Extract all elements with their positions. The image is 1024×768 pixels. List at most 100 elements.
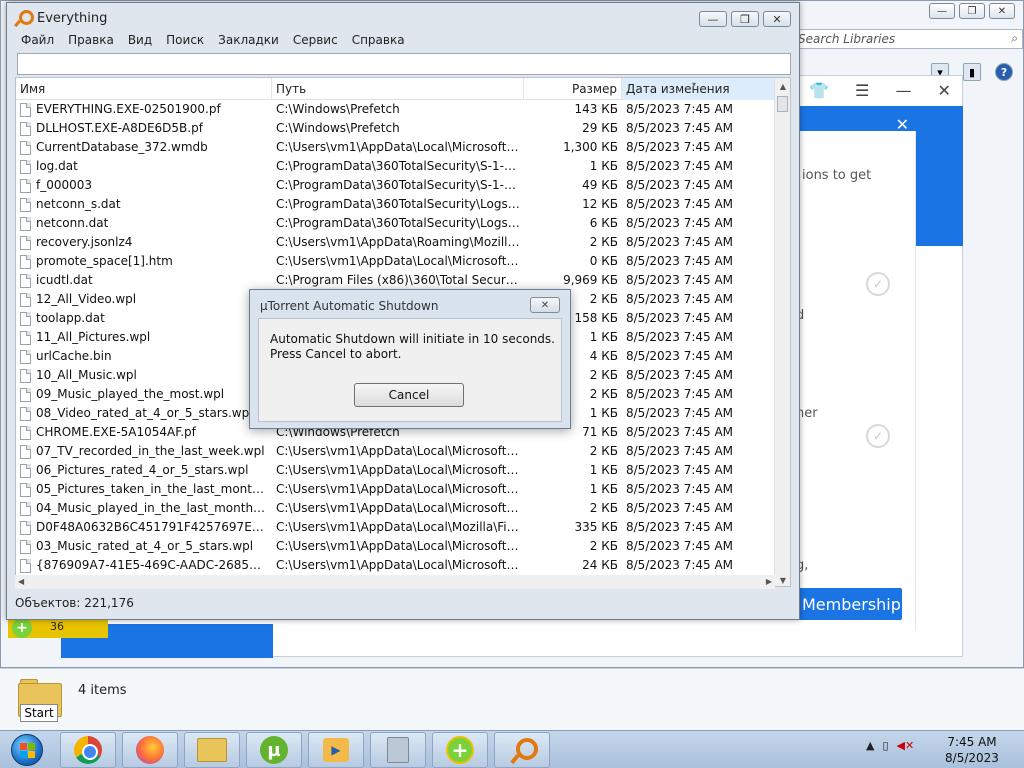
- table-row[interactable]: DLLHOST.EXE-A8DE6D5B.pf C:\Windows\Prefet…: [16, 119, 776, 138]
- menu-icon[interactable]: ☰: [855, 81, 869, 100]
- row-path: C:\Users\vm1\AppData\Local\Mozilla\Firef…: [276, 520, 524, 534]
- explorer-maximize-button[interactable]: ❐: [959, 3, 985, 19]
- table-row[interactable]: netconn_s.dat C:\ProgramData\360TotalSecu…: [16, 195, 776, 214]
- row-size: 9,969 КБ: [563, 273, 618, 287]
- scroll-left-icon[interactable]: ◀: [18, 577, 24, 586]
- file-icon: [20, 254, 31, 269]
- help-icon[interactable]: ?: [995, 63, 1013, 81]
- row-size: 1 КБ: [589, 159, 618, 173]
- scroll-down-icon[interactable]: ▼: [775, 572, 790, 586]
- table-row[interactable]: EVERYTHING.EXE-02501900.pf C:\Windows\Pre…: [16, 100, 776, 119]
- column-header: Имя Путь Размер ▾ Дата изменения: [16, 78, 776, 100]
- file-icon: [20, 482, 31, 497]
- clock[interactable]: 7:45 AM 8/5/2023: [940, 734, 1004, 766]
- dialog-close-button[interactable]: ✕: [530, 297, 560, 313]
- taskbar-everything[interactable]: [494, 732, 550, 768]
- start-button[interactable]: [4, 733, 50, 767]
- 360-security-icon: +: [446, 736, 474, 764]
- row-path: C:\ProgramData\360TotalSecurity\S-1-5-21…: [276, 159, 524, 173]
- row-date: 8/5/2023 7:45 AM: [626, 406, 734, 420]
- search-icon[interactable]: ⌕: [1011, 31, 1018, 46]
- row-date: 8/5/2023 7:45 AM: [626, 235, 734, 249]
- taskbar-firefox[interactable]: [122, 732, 178, 768]
- table-row[interactable]: D0F48A0632B6C451791F4257697E861961F0... C…: [16, 518, 776, 537]
- row-name: netconn.dat: [16, 214, 272, 233]
- row-name: 09_Music_played_the_most.wpl: [16, 385, 272, 404]
- preview-pane-icon[interactable]: ▮: [963, 63, 981, 81]
- taskbar-chrome[interactable]: [60, 732, 116, 768]
- table-row[interactable]: 06_Pictures_rated_4_or_5_stars.wpl C:\Use…: [16, 461, 776, 480]
- row-path: C:\ProgramData\360TotalSecurity\Logs\Adm…: [276, 216, 524, 230]
- minimize-button[interactable]: —: [699, 11, 727, 27]
- close-button[interactable]: ✕: [763, 11, 791, 27]
- table-row[interactable]: recovery.jsonlz4 C:\Users\vm1\AppData\Roa…: [16, 233, 776, 252]
- row-date: 8/5/2023 7:45 AM: [626, 330, 734, 344]
- menu-view[interactable]: Вид: [128, 33, 152, 51]
- row-date: 8/5/2023 7:45 AM: [626, 520, 734, 534]
- column-date[interactable]: ▾ Дата изменения: [622, 78, 776, 100]
- column-path[interactable]: Путь: [272, 78, 524, 100]
- menu-help[interactable]: Справка: [352, 33, 405, 51]
- search-input[interactable]: [17, 53, 791, 75]
- membership-button[interactable]: Membership: [796, 588, 902, 620]
- windows-logo-icon: [11, 734, 43, 766]
- volume-muted-icon[interactable]: ◀✕: [897, 739, 915, 752]
- table-row[interactable]: CurrentDatabase_372.wmdb C:\Users\vm1\App…: [16, 138, 776, 157]
- table-row[interactable]: icudtl.dat C:\Program Files (x86)\360\Tot…: [16, 271, 776, 290]
- table-row[interactable]: {876909A7-41E5-469C-AADC-2685C2D7B1... C:…: [16, 556, 776, 575]
- menu-bookmarks[interactable]: Закладки: [218, 33, 279, 51]
- popup-close-icon[interactable]: ✕: [896, 115, 909, 134]
- explorer-minimize-button[interactable]: —: [929, 3, 955, 19]
- row-name: 11_All_Pictures.wpl: [16, 328, 272, 347]
- minimize-icon[interactable]: —: [895, 81, 911, 100]
- file-icon: [20, 539, 31, 554]
- row-name: D0F48A0632B6C451791F4257697E861961F0...: [16, 518, 272, 537]
- column-size[interactable]: Размер: [524, 78, 622, 100]
- taskbar-media-player[interactable]: ▶: [308, 732, 364, 768]
- table-row[interactable]: log.dat C:\ProgramData\360TotalSecurity\S…: [16, 157, 776, 176]
- scroll-up-icon[interactable]: ▲: [775, 78, 790, 94]
- menu-search[interactable]: Поиск: [166, 33, 204, 51]
- file-icon: [20, 121, 31, 136]
- explorer-close-button[interactable]: ✕: [989, 3, 1015, 19]
- row-path: C:\Windows\Prefetch: [276, 102, 400, 116]
- shirt-icon[interactable]: 👕: [809, 81, 829, 100]
- file-icon: [20, 425, 31, 440]
- row-date: 8/5/2023 7:45 AM: [626, 102, 734, 116]
- cancel-button[interactable]: Cancel: [354, 383, 464, 407]
- clock-time: 7:45 AM: [947, 735, 997, 749]
- table-row[interactable]: 04_Music_played_in_the_last_month.wpl C:\…: [16, 499, 776, 518]
- menu-edit[interactable]: Правка: [68, 33, 114, 51]
- row-size: 12 КБ: [582, 197, 618, 211]
- taskbar-360-security[interactable]: +: [432, 732, 488, 768]
- table-row[interactable]: 03_Music_rated_at_4_or_5_stars.wpl C:\Use…: [16, 537, 776, 556]
- table-row[interactable]: f_000003 C:\ProgramData\360TotalSecurity\…: [16, 176, 776, 195]
- taskbar-explorer[interactable]: [184, 732, 240, 768]
- menu-file[interactable]: Файл: [21, 33, 54, 51]
- show-hidden-icons-icon[interactable]: ▲: [866, 739, 874, 752]
- table-row[interactable]: promote_space[1].htm C:\Users\vm1\AppData…: [16, 252, 776, 271]
- horizontal-scrollbar[interactable]: ◀ ▶: [15, 575, 775, 589]
- taskbar-calculator[interactable]: [370, 732, 426, 768]
- row-path: C:\Users\vm1\AppData\Local\Microsoft\Me.…: [276, 539, 524, 553]
- vertical-scrollbar[interactable]: ▲ ▼: [774, 78, 790, 586]
- maximize-button[interactable]: ❐: [731, 11, 759, 27]
- row-date: 8/5/2023 7:45 AM: [626, 558, 734, 572]
- table-row[interactable]: netconn.dat C:\ProgramData\360TotalSecuri…: [16, 214, 776, 233]
- row-date: 8/5/2023 7:45 AM: [626, 159, 734, 173]
- network-icon[interactable]: ▯: [882, 739, 888, 752]
- table-row[interactable]: 05_Pictures_taken_in_the_last_month.wpl C…: [16, 480, 776, 499]
- menu-tools[interactable]: Сервис: [293, 33, 338, 51]
- row-date: 8/5/2023 7:45 AM: [626, 425, 734, 439]
- row-path: C:\Windows\Prefetch: [276, 121, 400, 135]
- scroll-right-icon[interactable]: ▶: [766, 577, 772, 586]
- taskbar-utorrent[interactable]: µ: [246, 732, 302, 768]
- row-name: recovery.jsonlz4: [16, 233, 272, 252]
- row-date: 8/5/2023 7:45 AM: [626, 311, 734, 325]
- explorer-search-input[interactable]: Search Libraries ⌕: [791, 29, 1023, 49]
- media-player-icon: ▶: [323, 738, 349, 762]
- close-icon[interactable]: ✕: [938, 81, 951, 100]
- scroll-thumb[interactable]: [777, 96, 788, 112]
- table-row[interactable]: 07_TV_recorded_in_the_last_week.wpl C:\Us…: [16, 442, 776, 461]
- column-name[interactable]: Имя: [16, 78, 272, 100]
